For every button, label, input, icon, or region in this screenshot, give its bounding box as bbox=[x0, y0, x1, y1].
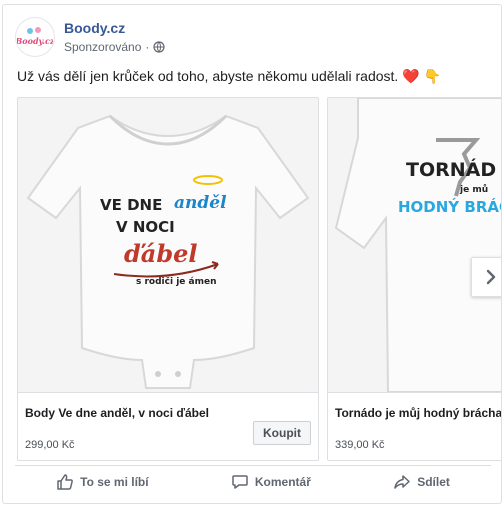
post-actions: To se mi líbí Komentář Sdílet bbox=[15, 465, 491, 497]
boody-logo: Boody.cz bbox=[17, 20, 53, 54]
globe-icon bbox=[153, 41, 165, 53]
print-line-1: VE DNE bbox=[100, 196, 162, 214]
print-line-3: V NOCI bbox=[116, 218, 175, 236]
product-image[interactable]: VE DNE anděl V NOCI ďábel s rodiči je ám… bbox=[18, 98, 318, 392]
print-line-4: ďábel bbox=[124, 239, 198, 268]
share-icon bbox=[394, 474, 410, 489]
card-footer: Body Ve dne anděl, v noci ďábel 299,00 K… bbox=[18, 392, 318, 460]
page-avatar[interactable]: Boody.cz bbox=[15, 17, 55, 57]
carousel-card[interactable]: VE DNE anděl V NOCI ďábel s rodiči je ám… bbox=[17, 97, 319, 461]
comment-icon bbox=[232, 474, 248, 489]
share-label: Sdílet bbox=[417, 474, 450, 489]
like-button[interactable]: To se mi líbí bbox=[48, 467, 156, 497]
baby-bodysuit-image: VE DNE anděl V NOCI ďábel s rodiči je ám… bbox=[18, 98, 318, 392]
tshirt-image: TORNÁD je mů HODNÝ BRÁC bbox=[328, 98, 502, 392]
print-line-5: s rodiči je ámen bbox=[136, 276, 216, 287]
comment-label: Komentář bbox=[254, 474, 311, 489]
post-subline: Sponzorováno · bbox=[64, 39, 165, 55]
product-price: 299,00 Kč bbox=[25, 439, 75, 451]
product-title[interactable]: Body Ve dne anděl, v noci ďábel bbox=[25, 406, 209, 420]
comment-button[interactable]: Komentář bbox=[223, 467, 319, 497]
product-price: 339,00 Kč bbox=[335, 439, 385, 451]
post-header: Boody.cz Boody.cz Sponzorováno · bbox=[15, 15, 165, 59]
like-label: To se mi líbí bbox=[80, 474, 149, 489]
sponsored-post: Boody.cz Boody.cz Sponzorováno · Už vás … bbox=[2, 4, 502, 504]
product-title[interactable]: Tornádo je můj hodný brácha bbox=[335, 406, 501, 420]
print-line-1: TORNÁD bbox=[406, 158, 496, 181]
page-name-link[interactable]: Boody.cz bbox=[64, 19, 165, 37]
print-line-2: je mů bbox=[459, 184, 488, 195]
card-footer: Tornádo je můj hodný brácha 339,00 Kč bbox=[328, 392, 501, 460]
chevron-right-icon bbox=[486, 269, 496, 285]
product-carousel: VE DNE anděl V NOCI ďábel s rodiči je ám… bbox=[17, 97, 502, 461]
print-line-3: HODNÝ BRÁC bbox=[398, 197, 502, 216]
print-line-2: anděl bbox=[174, 193, 227, 213]
thumbs-up-icon bbox=[57, 473, 74, 490]
buy-button[interactable]: Koupit bbox=[253, 421, 311, 445]
separator-dot: · bbox=[145, 40, 150, 54]
product-image[interactable]: TORNÁD je mů HODNÝ BRÁC bbox=[328, 98, 502, 392]
share-button[interactable]: Sdílet bbox=[385, 467, 458, 497]
post-message: Už vás dělí jen krůček od toho, abyste n… bbox=[17, 68, 441, 84]
svg-text:Boody.cz: Boody.cz bbox=[17, 36, 53, 46]
post-meta: Boody.cz Sponzorováno · bbox=[64, 19, 165, 55]
sponsored-label[interactable]: Sponzorováno bbox=[64, 39, 141, 55]
carousel-next-button[interactable] bbox=[471, 257, 501, 297]
